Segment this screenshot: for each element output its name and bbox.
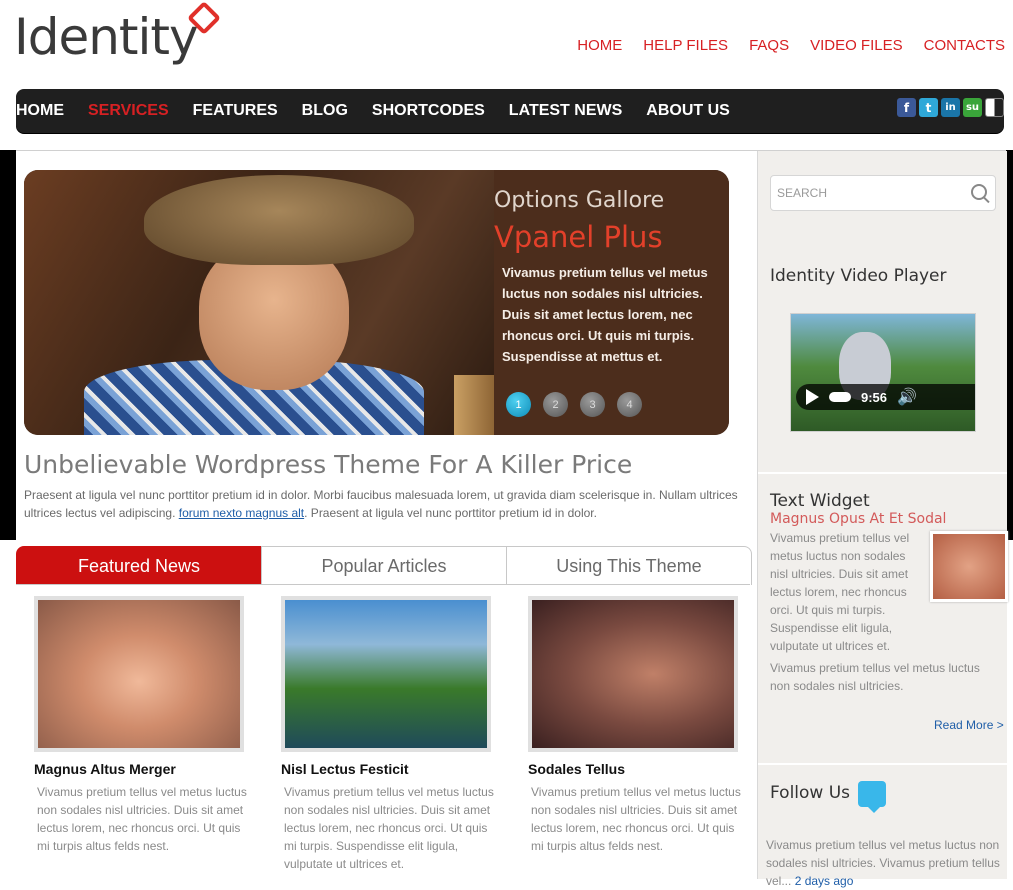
slider-pagination: 1 2 3 4 <box>506 392 642 417</box>
article-image[interactable] <box>34 596 244 752</box>
video-controls: 9:56 🔊 <box>796 384 975 410</box>
video-time: 9:56 <box>861 389 888 405</box>
follow-us-text: Vivamus pretium tellus vel metus luctus … <box>766 836 1006 890</box>
video-player[interactable]: 9:56 🔊 <box>790 313 976 432</box>
main-nav-features[interactable]: FEATURES <box>181 102 290 120</box>
page-frame-right <box>1006 150 1013 540</box>
play-icon[interactable] <box>806 389 819 405</box>
tab-using-this-theme[interactable]: Using This Theme <box>506 546 752 585</box>
sidebar-divider <box>758 763 1007 765</box>
main-nav-services[interactable]: SERVICES <box>76 102 181 120</box>
main-nav-about-us[interactable]: ABOUT US <box>634 102 742 120</box>
sidebar: SEARCH Identity Video Player 9:56 🔊 Text… <box>757 151 1008 888</box>
twitter-icon[interactable]: t <box>919 98 938 117</box>
article-image[interactable] <box>528 596 738 752</box>
photo-hat <box>144 175 414 265</box>
tweet-time-link[interactable]: 2 days ago <box>795 874 854 888</box>
intro-text-after: . Praesent at ligula vel nunc porttitor … <box>304 506 597 520</box>
main-nav-latest-news[interactable]: LATEST NEWS <box>497 102 634 120</box>
slider-dot-3[interactable]: 3 <box>580 392 605 417</box>
follow-us-heading: Follow Us <box>770 783 851 803</box>
article-title[interactable]: Nisl Lectus Festicit <box>281 761 409 777</box>
linkedin-icon[interactable]: in <box>941 98 960 117</box>
article-image[interactable] <box>281 596 491 752</box>
search-input[interactable]: SEARCH <box>777 186 827 200</box>
article-excerpt: Vivamus pretium tellus vel metus luctus … <box>37 785 247 853</box>
site-logo[interactable]: Identity <box>14 8 199 66</box>
slider-dot-4[interactable]: 4 <box>617 392 642 417</box>
top-nav-home[interactable]: HOME <box>577 37 622 54</box>
article-title[interactable]: Sodales Tellus <box>528 761 625 777</box>
main-nav-home[interactable]: HOME <box>16 102 76 120</box>
top-nav-contacts[interactable]: CONTACTS <box>924 37 1005 54</box>
slider-kicker: Options Gallore <box>494 188 665 213</box>
tab-featured-news[interactable]: Featured News <box>16 546 262 585</box>
stumbleupon-icon[interactable]: su <box>963 98 982 117</box>
article-excerpt: Vivamus pretium tellus vel metus luctus … <box>284 785 494 871</box>
twitter-bird-icon[interactable] <box>858 781 886 813</box>
delicious-icon[interactable] <box>985 98 1004 117</box>
sidebar-divider <box>758 472 1007 474</box>
article-excerpt: Vivamus pretium tellus vel metus luctus … <box>531 785 741 853</box>
page-headline: Unbelievable Wordpress Theme For A Kille… <box>24 450 633 479</box>
search-box[interactable]: SEARCH <box>770 175 996 211</box>
text-widget-image <box>930 531 1008 602</box>
main-nav-blog[interactable]: BLOG <box>290 102 360 120</box>
text-widget-body-2: Vivamus pretium tellus vel metus luctus … <box>770 661 980 693</box>
slider-dot-2[interactable]: 2 <box>543 392 568 417</box>
intro-text: Praesent at ligula vel nunc porttitor pr… <box>24 486 756 522</box>
tab-divider <box>16 584 750 585</box>
facebook-icon[interactable]: f <box>897 98 916 117</box>
tab-popular-articles[interactable]: Popular Articles <box>261 546 507 585</box>
text-widget-body-text: Vivamus pretium tellus vel metus luctus … <box>770 531 910 653</box>
article-title[interactable]: Magnus Altus Merger <box>34 761 176 777</box>
photo-post <box>454 375 494 435</box>
video-progress[interactable] <box>829 392 851 402</box>
top-nav-help-files[interactable]: HELP FILES <box>643 37 728 54</box>
text-widget-subheading: Magnus Opus At Et Sodal <box>770 511 947 527</box>
hero-slider[interactable]: Options Gallore Vpanel Plus Vivamus pret… <box>24 170 729 435</box>
slider-text: Vivamus pretium tellus vel metus luctus … <box>502 265 708 364</box>
volume-icon[interactable]: 🔊 <box>897 387 917 407</box>
main-nav-bar: HOME SERVICES FEATURES BLOG SHORTCODES L… <box>16 89 1004 133</box>
slider-dot-1[interactable]: 1 <box>506 392 531 417</box>
top-nav-faqs[interactable]: FAQS <box>749 37 789 54</box>
top-nav-video-files[interactable]: VIDEO FILES <box>810 37 903 54</box>
main-nav: HOME SERVICES FEATURES BLOG SHORTCODES L… <box>16 89 742 133</box>
video-widget-heading: Identity Video Player <box>770 266 947 286</box>
social-icons: f t in su <box>897 98 1004 117</box>
search-icon[interactable] <box>971 184 987 200</box>
main-nav-shortcodes[interactable]: SHORTCODES <box>360 102 497 120</box>
top-nav: HOME HELP FILES FAQS VIDEO FILES CONTACT… <box>577 37 1005 54</box>
text-widget-heading: Text Widget <box>770 491 870 511</box>
slider-title: Vpanel Plus <box>494 220 663 254</box>
intro-link[interactable]: forum nexto magnus alt <box>179 506 304 520</box>
read-more-link[interactable]: Read More > <box>934 718 1004 732</box>
page-frame-left <box>0 150 16 540</box>
